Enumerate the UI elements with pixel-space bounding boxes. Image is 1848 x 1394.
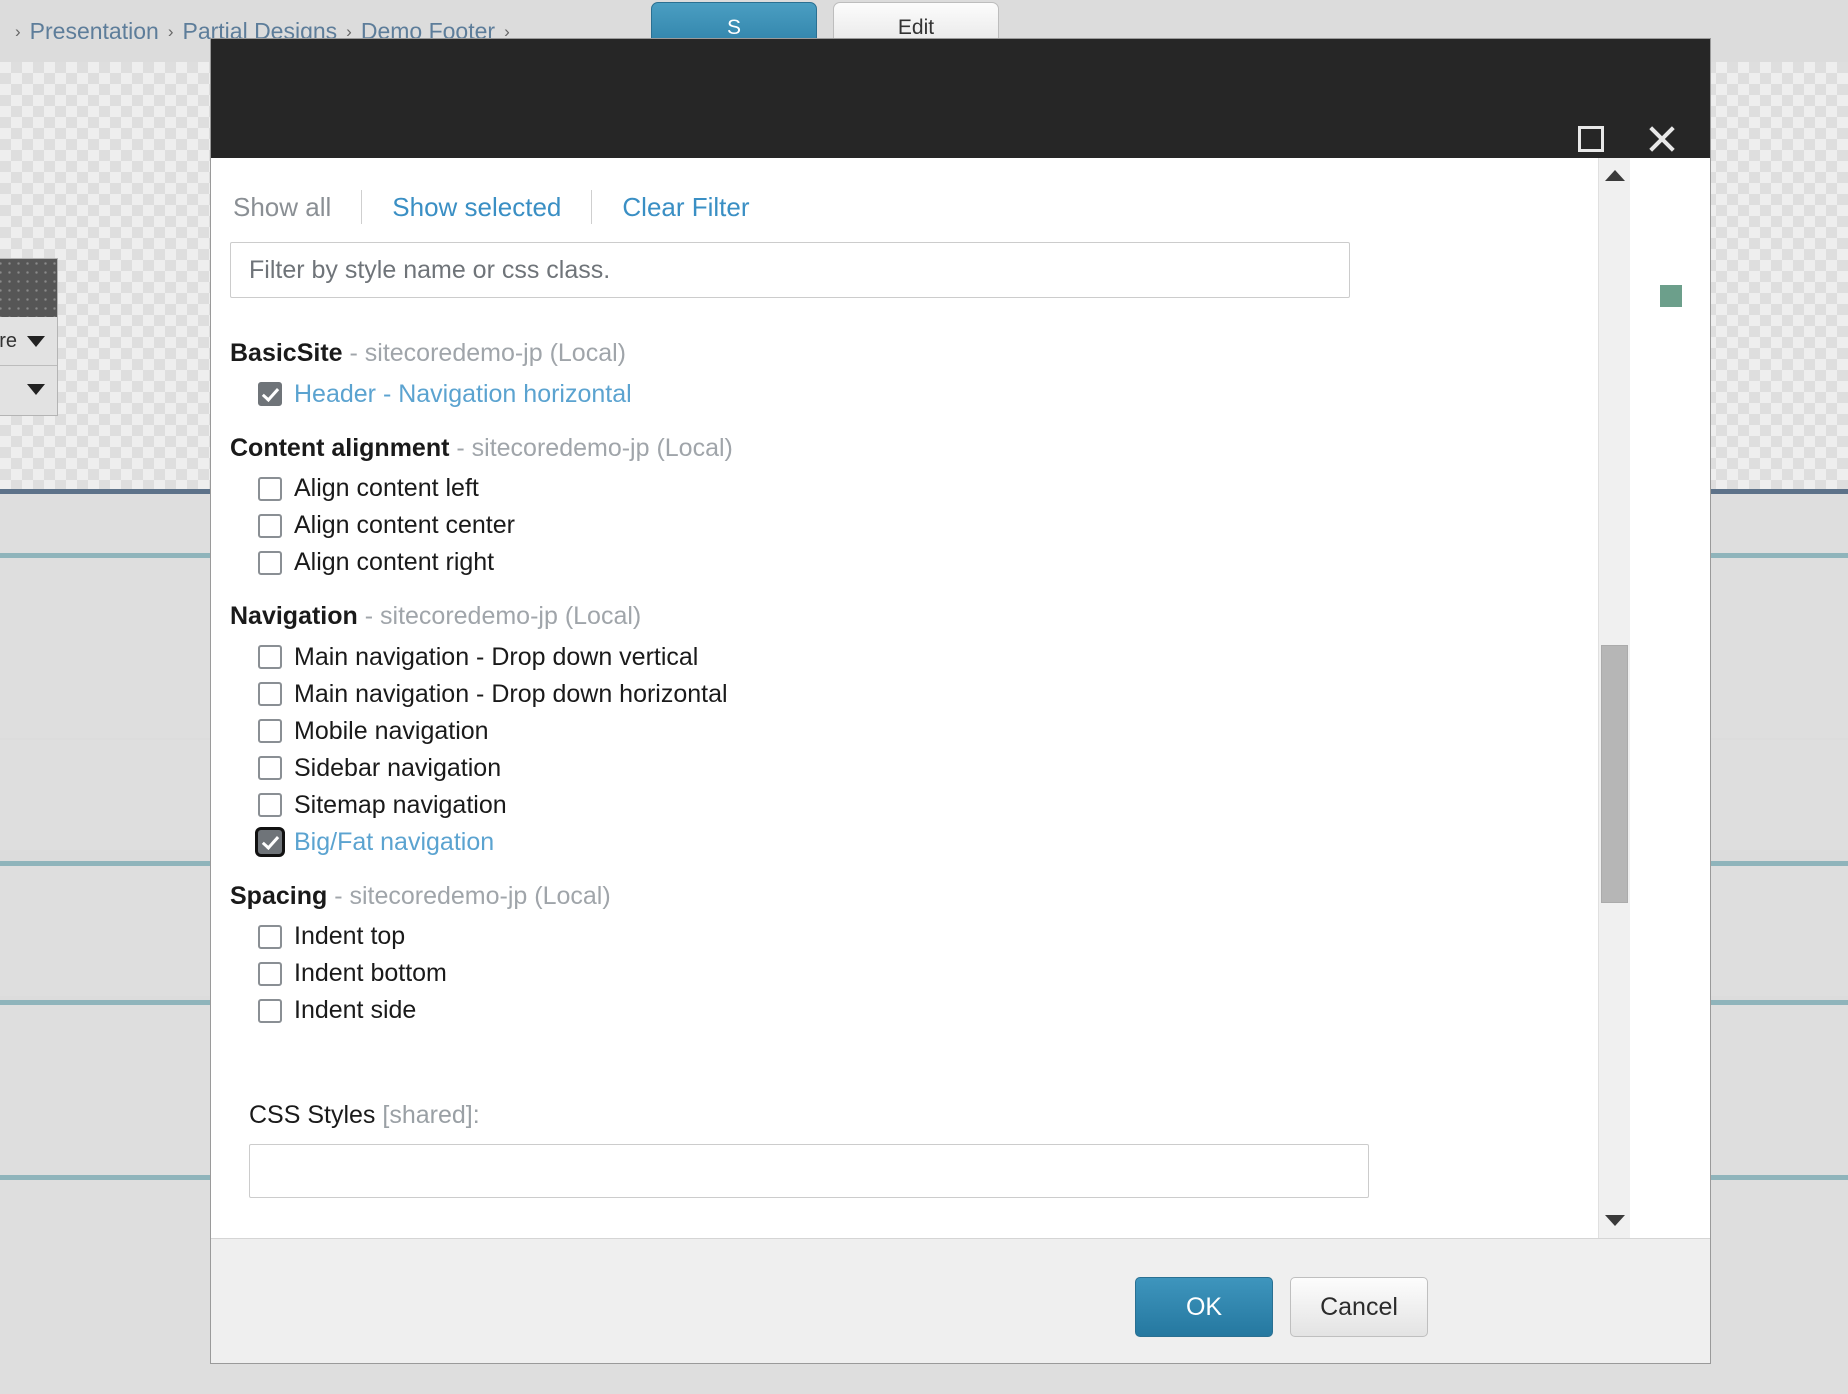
style-group-site: - sitecoredemo-jp (Local) xyxy=(342,339,627,367)
style-option-row[interactable]: Main navigation - Drop down horizontal xyxy=(258,676,1361,713)
style-option-label: Sidebar navigation xyxy=(294,753,502,782)
chevron-right-icon: › xyxy=(167,21,174,41)
style-group-header: Navigation - sitecoredemo-jp (Local) xyxy=(230,599,1361,635)
style-option-row[interactable]: Main navigation - Drop down vertical xyxy=(258,639,1361,676)
style-option-row[interactable]: Sidebar navigation xyxy=(258,750,1361,787)
style-option-label: Big/Fat navigation xyxy=(294,827,495,856)
style-option-label: Header - Navigation horizontal xyxy=(294,379,632,408)
style-option-label: Indent bottom xyxy=(294,959,447,987)
style-option-label: Indent top xyxy=(294,922,406,950)
css-styles-label-text: CSS Styles xyxy=(249,1101,376,1129)
triangle-up-icon xyxy=(1604,170,1625,181)
style-group-header: BasicSite - sitecoredemo-jp (Local) xyxy=(230,336,1361,372)
maximize-icon xyxy=(1578,126,1604,152)
clear-filter-link[interactable]: Clear Filter xyxy=(618,192,753,223)
style-option-label: Align content left xyxy=(294,474,479,502)
style-option-row[interactable]: Header - Navigation horizontal xyxy=(258,376,1361,413)
breadcrumb-item-presentation[interactable]: Presentation xyxy=(30,18,159,45)
style-option-checkbox[interactable] xyxy=(258,682,282,706)
triangle-down-icon xyxy=(1604,1215,1625,1226)
show-all-link[interactable]: Show all xyxy=(229,192,335,223)
style-group-name: Navigation xyxy=(230,602,358,630)
style-option-checkbox[interactable] xyxy=(258,793,282,817)
style-group-site: - sitecoredemo-jp (Local) xyxy=(449,433,733,462)
style-group-site: - sitecoredemo-jp (Local) xyxy=(327,881,611,910)
scroll-down-button[interactable] xyxy=(1599,1205,1630,1236)
style-filter-input[interactable] xyxy=(230,242,1350,298)
chevron-right-icon: › xyxy=(346,21,352,41)
dialog-body: Show all Show selected Clear Filter Basi… xyxy=(211,158,1710,1238)
style-option-row[interactable]: Align content center xyxy=(258,507,1361,544)
style-option-checkbox[interactable] xyxy=(258,924,282,949)
style-option-checkbox[interactable] xyxy=(258,756,282,780)
style-option-checkbox[interactable] xyxy=(258,513,282,538)
close-button[interactable] xyxy=(1640,117,1684,161)
style-option-checkbox[interactable] xyxy=(258,550,282,575)
chevron-down-icon xyxy=(27,335,45,347)
style-group-header: Content alignment - sitecoredemo-jp (Loc… xyxy=(230,431,1361,467)
side-panel-select-1[interactable]: re xyxy=(0,317,57,365)
css-styles-input[interactable] xyxy=(249,1144,1369,1198)
toolbar-divider xyxy=(361,190,363,224)
dialog-footer: OK Cancel xyxy=(211,1238,1710,1363)
style-option-row[interactable]: Indent top xyxy=(258,918,1361,955)
style-option-row[interactable]: Indent side xyxy=(258,992,1361,1029)
style-option-label: Main navigation - Drop down vertical xyxy=(294,642,699,671)
style-option-label: Indent side xyxy=(294,996,417,1024)
style-option-label: Align content right xyxy=(294,548,495,576)
cancel-button[interactable]: Cancel xyxy=(1290,1277,1428,1337)
style-option-checkbox[interactable] xyxy=(258,719,282,743)
style-option-label: Mobile navigation xyxy=(294,716,489,745)
scrollbar-thumb[interactable] xyxy=(1601,645,1628,903)
side-panel-header[interactable] xyxy=(0,259,57,317)
side-panel-select-2[interactable] xyxy=(0,365,57,413)
toolbar-divider xyxy=(591,190,593,224)
style-option-checkbox[interactable] xyxy=(258,476,282,501)
close-icon xyxy=(1646,123,1678,155)
style-group-name: BasicSite xyxy=(230,339,343,367)
floating-side-panel: re xyxy=(0,258,58,416)
style-option-checkbox[interactable] xyxy=(258,645,282,669)
maximize-button[interactable] xyxy=(1569,117,1613,161)
style-groups-list: BasicSite - sitecoredemo-jp (Local) Heade… xyxy=(211,318,1369,1198)
style-option-row[interactable]: Indent bottom xyxy=(258,955,1361,992)
style-option-row[interactable]: Mobile navigation xyxy=(258,713,1361,750)
dialog-titlebar xyxy=(211,39,1710,158)
css-styles-label: CSS Styles [shared]: xyxy=(249,1101,1361,1130)
style-group-header: Spacing - sitecoredemo-jp (Local) xyxy=(230,879,1361,915)
style-option-label: Sitemap navigation xyxy=(294,790,507,819)
breadcrumb-chevron-icon: › xyxy=(15,21,21,41)
chevron-down-icon xyxy=(27,384,45,395)
chevron-right-icon: › xyxy=(504,21,510,41)
style-option-checkbox[interactable] xyxy=(258,961,282,986)
style-option-label: Align content center xyxy=(294,511,515,539)
style-option-row[interactable]: Sitemap navigation xyxy=(258,787,1361,824)
style-group-name: Spacing xyxy=(230,881,328,910)
scroll-up-button[interactable] xyxy=(1599,160,1630,191)
style-option-checkbox[interactable] xyxy=(258,382,282,406)
style-option-checkbox[interactable] xyxy=(258,830,282,854)
style-option-row[interactable]: Align content right xyxy=(258,544,1361,581)
select-styles-dialog: Show all Show selected Clear Filter Basi… xyxy=(211,39,1710,1363)
style-option-label: Main navigation - Drop down horizontal xyxy=(294,679,728,708)
show-selected-link[interactable]: Show selected xyxy=(388,192,565,223)
style-option-checkbox[interactable] xyxy=(258,998,282,1023)
status-indicator-chip xyxy=(1660,285,1682,307)
ok-button[interactable]: OK xyxy=(1135,1277,1273,1337)
side-panel-select-value: re xyxy=(0,329,17,352)
css-styles-shared-tag: [shared]: xyxy=(375,1101,480,1129)
style-option-row[interactable]: Big/Fat navigation xyxy=(258,824,1361,861)
style-option-row[interactable]: Align content left xyxy=(258,470,1361,507)
style-group-site: - sitecoredemo-jp (Local) xyxy=(357,602,642,630)
filter-toolbar: Show all Show selected Clear Filter xyxy=(229,190,754,224)
dialog-scrollbar[interactable] xyxy=(1598,158,1630,1238)
style-group-name: Content alignment xyxy=(230,433,450,462)
